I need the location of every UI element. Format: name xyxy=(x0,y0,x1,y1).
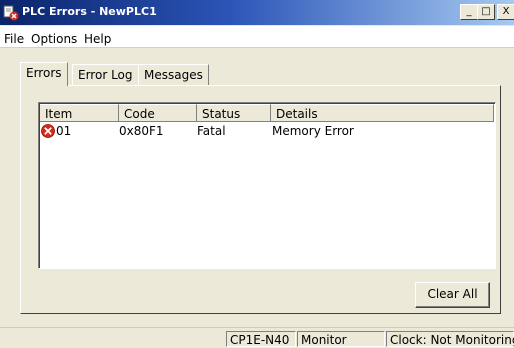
tab-error-log[interactable]: Error Log xyxy=(72,64,139,86)
column-header-code[interactable]: Code xyxy=(119,104,197,122)
column-header-details[interactable]: Details xyxy=(271,104,494,122)
tab-messages[interactable]: Messages xyxy=(138,64,209,86)
status-bar: CP1E-N40 Monitor Clock: Not Monitoring xyxy=(0,327,514,348)
plc-errors-window: PLC Errors - NewPLC1 _ □ X File Options … xyxy=(0,0,514,348)
close-button[interactable]: X xyxy=(497,4,514,20)
status-clock: Clock: Not Monitoring xyxy=(386,331,514,347)
menu-file[interactable]: File xyxy=(4,32,24,46)
table-row[interactable]: 01 0x80F1 Fatal Memory Error xyxy=(40,123,494,139)
cell-status: Fatal xyxy=(197,124,226,138)
clear-all-button[interactable]: Clear All xyxy=(415,282,490,308)
column-header-item[interactable]: Item xyxy=(40,104,119,122)
tab-errors[interactable]: Errors xyxy=(20,62,68,86)
status-mode: Monitor xyxy=(297,331,385,347)
menu-help[interactable]: Help xyxy=(84,32,111,46)
errors-list[interactable]: Item Code Status Details 01 0x80F1 Fatal… xyxy=(38,102,496,269)
title-bar[interactable]: PLC Errors - NewPLC1 _ □ X xyxy=(0,0,514,25)
column-header-status[interactable]: Status xyxy=(197,104,271,122)
window-title: PLC Errors - NewPLC1 xyxy=(22,5,157,18)
menu-options[interactable]: Options xyxy=(31,32,77,46)
minimize-button[interactable]: _ xyxy=(460,4,478,20)
plc-error-app-icon xyxy=(3,5,19,21)
status-plc-model: CP1E-N40 xyxy=(226,331,296,347)
menu-bar: File Options Help xyxy=(0,26,514,48)
error-icon xyxy=(41,124,55,138)
cell-code: 0x80F1 xyxy=(119,124,164,138)
maximize-button[interactable]: □ xyxy=(477,4,495,20)
cell-details: Memory Error xyxy=(272,124,354,138)
cell-item: 01 xyxy=(56,124,72,138)
